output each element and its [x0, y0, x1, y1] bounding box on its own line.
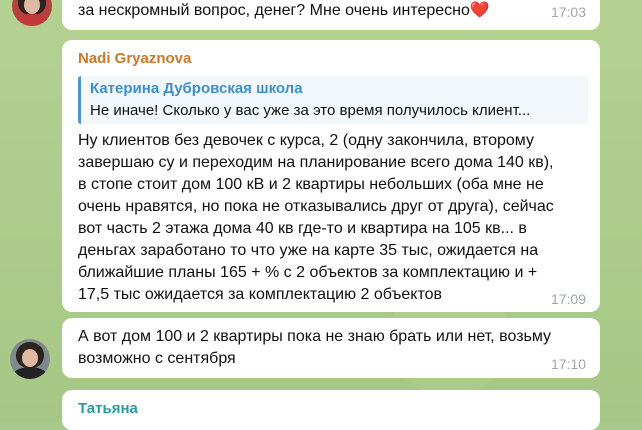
reply-quote[interactable]: Катерина Дубровская школа Не иначе! Скол… [78, 76, 588, 124]
heart-emoji-icon: ❤️ [469, 2, 490, 19]
message-time: 17:10 [550, 356, 586, 372]
message-text: Ну клиентов без девочек с курса, 2 (одну… [78, 132, 554, 303]
message-text: за нескромный вопрос, денег? Мне очень и… [78, 2, 490, 19]
message-text: А вот дом 100 и 2 квартиры пока не знаю … [78, 328, 552, 367]
message-time: 17:09 [550, 291, 586, 307]
message-bubble-followup[interactable]: А вот дом 100 и 2 квартиры пока не знаю … [62, 318, 600, 378]
avatar-body [14, 14, 50, 26]
avatar-face [22, 349, 38, 367]
message-bubble-main[interactable]: Nadi Gryaznova Катерина Дубровская школа… [62, 40, 600, 312]
message-bubble-top[interactable]: за нескромный вопрос, денег? Мне очень и… [62, 0, 600, 30]
reply-author: Катерина Дубровская школа [90, 80, 303, 97]
sender-name[interactable]: Nadi Gryaznova [78, 50, 191, 67]
user-avatar[interactable] [10, 339, 50, 379]
reply-text: Не иначе! Сколько у вас уже за это время… [90, 102, 531, 119]
avatar-body [12, 367, 48, 379]
message-time: 17:03 [550, 4, 586, 20]
user-avatar-top[interactable] [12, 0, 52, 26]
sender-name[interactable]: Татьяна [78, 400, 138, 417]
message-bubble-next[interactable]: Татьяна [62, 390, 600, 430]
